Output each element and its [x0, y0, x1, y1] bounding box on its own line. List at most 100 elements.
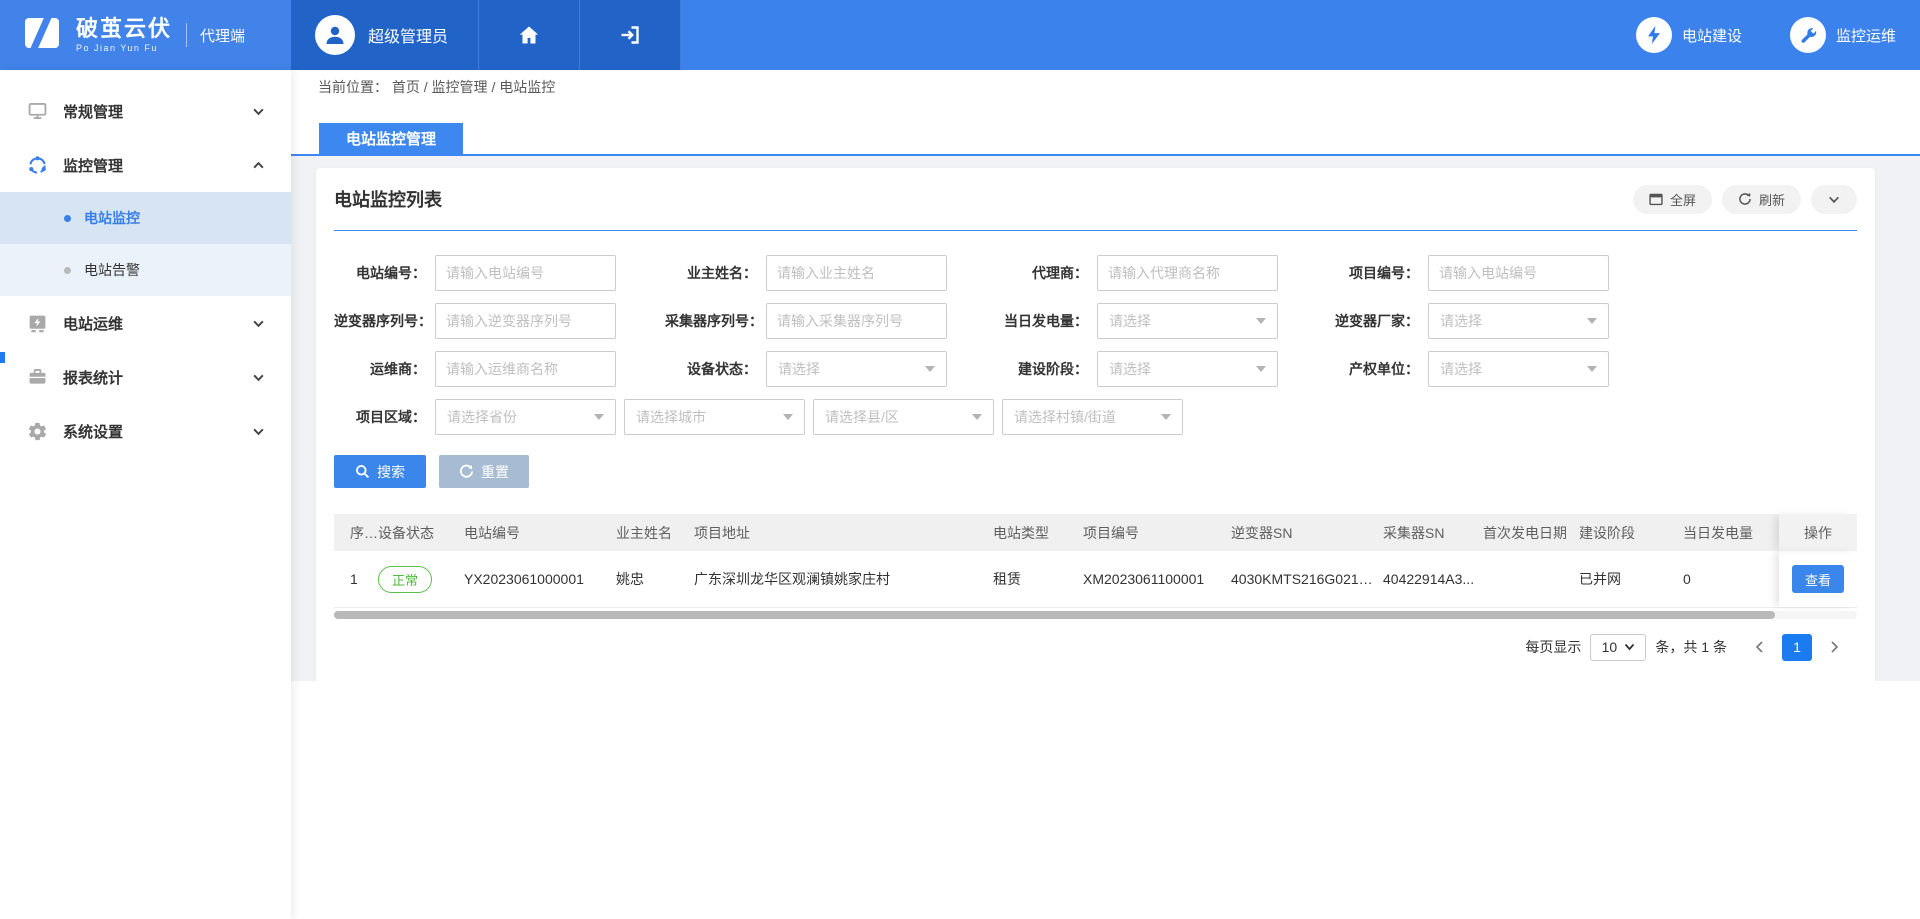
province-select[interactable]: 请选择省份	[435, 399, 616, 435]
sidebar-item-label: 监控管理	[63, 155, 123, 176]
property-unit-select[interactable]: 请选择	[1428, 351, 1609, 387]
reset-label: 重置	[481, 462, 509, 482]
col-header: 项目编号	[1083, 523, 1231, 543]
content: 当前位置： 首页 / 监控管理 / 电站监控 电站监控管理 电站监控列表	[291, 70, 1920, 919]
sidebar-scroll-indicator	[0, 352, 5, 363]
main-layout: 常规管理 监控管理	[0, 70, 1920, 919]
col-header: 业主姓名	[616, 523, 694, 543]
prev-page-button[interactable]	[1747, 634, 1773, 660]
user-menu[interactable]: 超级管理员	[291, 0, 479, 70]
select-placeholder: 请选择	[1440, 311, 1482, 331]
cell-station-no: YX2023061000001	[464, 571, 616, 587]
nav-station-build-label: 电站建设	[1682, 25, 1742, 46]
chevron-down-icon	[252, 317, 265, 330]
cell-stage: 已并网	[1579, 569, 1683, 589]
lightning-icon	[1636, 17, 1672, 53]
brand-title: 破茧云伏	[76, 17, 172, 41]
city-select[interactable]: 请选择城市	[624, 399, 805, 435]
device-status-select[interactable]: 请选择	[766, 351, 947, 387]
fullscreen-button[interactable]: 全屏	[1633, 185, 1712, 214]
sidebar-item-monitor-mgmt[interactable]: 监控管理	[0, 138, 291, 192]
caret-down-icon	[1256, 318, 1266, 324]
monitor-icon	[26, 101, 48, 121]
per-page-label: 每页显示	[1525, 637, 1581, 657]
card-actions: 全屏 刷新	[1633, 185, 1857, 214]
col-header: 逆变器SN	[1231, 523, 1383, 543]
status-badge: 正常	[378, 566, 432, 593]
filter-field-collector-sn: 采集器序列号：	[665, 303, 996, 339]
filter-row: 运维商： 设备状态： 请选择 建设阶段：	[334, 345, 1857, 393]
reset-button[interactable]: 重置	[439, 455, 529, 488]
sidebar-item-general[interactable]: 常规管理	[0, 84, 291, 138]
logout-button[interactable]	[580, 0, 681, 70]
total-count-label: 条，共 1 条	[1655, 637, 1727, 657]
col-header: 首次发电日期	[1483, 523, 1579, 543]
page-number-button[interactable]: 1	[1782, 634, 1812, 661]
col-header: 项目地址	[694, 523, 993, 543]
view-button[interactable]: 查看	[1792, 565, 1844, 593]
cell-index: 1	[334, 571, 378, 587]
caret-down-icon	[972, 414, 982, 420]
field-label: 代理商：	[996, 263, 1097, 283]
bullet-dot-icon	[64, 267, 71, 274]
topbar-spacer	[681, 0, 1636, 70]
owner-name-input[interactable]	[766, 255, 947, 291]
wrench-icon	[1790, 17, 1826, 53]
select-placeholder: 请选择	[1109, 311, 1151, 331]
tab-station-monitor-mgmt[interactable]: 电站监控管理	[319, 123, 463, 154]
filter-field-owner-name: 业主姓名：	[665, 255, 996, 291]
field-label: 项目区域：	[334, 407, 435, 427]
sidebar-subitem-station-alarm[interactable]: 电站告警	[0, 244, 291, 296]
daily-gen-select[interactable]: 请选择	[1097, 303, 1278, 339]
ups-battery-icon	[26, 313, 48, 334]
cell-daily-gen: 0	[1683, 571, 1779, 587]
caret-down-icon	[1587, 318, 1597, 324]
home-button[interactable]	[479, 0, 580, 70]
cell-project-no: XM2023061100001	[1083, 571, 1231, 587]
station-no-input[interactable]	[435, 255, 616, 291]
select-placeholder: 请选择	[1440, 359, 1482, 379]
topbar-links: 电站建设 监控运维	[1636, 0, 1920, 70]
sidebar-item-settings[interactable]: 系统设置	[0, 404, 291, 458]
collapse-button[interactable]	[1811, 185, 1857, 214]
filter-buttons: 搜索 重置	[334, 455, 1857, 488]
inverter-vendor-select[interactable]: 请选择	[1428, 303, 1609, 339]
logo-section: 破茧云伏 Po Jian Yun Fu 代理端	[0, 0, 291, 70]
build-stage-select[interactable]: 请选择	[1097, 351, 1278, 387]
card-header: 电站监控列表 全屏	[334, 168, 1857, 230]
town-select[interactable]: 请选择村镇/街道	[1002, 399, 1183, 435]
nav-station-build[interactable]: 电站建设	[1636, 17, 1742, 53]
collector-sn-input[interactable]	[766, 303, 947, 339]
sidebar-item-station-ops[interactable]: 电站运维	[0, 296, 291, 350]
field-label: 逆变器厂家：	[1327, 311, 1428, 331]
refresh-icon	[1738, 192, 1752, 206]
next-page-button[interactable]	[1821, 634, 1847, 660]
station-monitor-card: 电站监控列表 全屏	[316, 168, 1875, 681]
filter-row-region: 项目区域： 请选择省份 请选择城市	[334, 393, 1857, 441]
project-no-input[interactable]	[1428, 255, 1609, 291]
brand-subtitle: Po Jian Yun Fu	[76, 43, 172, 53]
chevron-down-icon	[1827, 193, 1841, 206]
horizontal-scrollbar	[334, 611, 1857, 619]
field-label: 设备状态：	[665, 359, 766, 379]
nav-monitor-ops[interactable]: 监控运维	[1790, 17, 1896, 53]
sidebar-item-reports[interactable]: 报表统计	[0, 350, 291, 404]
cell-address: 广东深圳龙华区观澜镇姚家庄村	[694, 569, 993, 589]
sidebar-item-label: 系统设置	[63, 421, 123, 442]
refresh-button[interactable]: 刷新	[1722, 185, 1801, 214]
page-size-select[interactable]: 10	[1590, 634, 1646, 661]
sidebar-item-label: 报表统计	[63, 367, 123, 388]
scrollbar-thumb[interactable]	[334, 611, 1775, 619]
agent-input[interactable]	[1097, 255, 1278, 291]
sidebar-subitem-station-monitor[interactable]: 电站监控	[0, 192, 291, 244]
tab-strip: 电站监控管理	[291, 104, 1920, 154]
search-button[interactable]: 搜索	[334, 455, 426, 488]
ops-vendor-input[interactable]	[435, 351, 616, 387]
filter-field-inverter-sn: 逆变器序列号：	[334, 303, 665, 339]
select-placeholder: 请选择省份	[447, 407, 517, 427]
col-header: 建设阶段	[1579, 523, 1683, 543]
inverter-sn-input[interactable]	[435, 303, 616, 339]
gear-icon	[26, 421, 48, 442]
sidebar-subitem-label: 电站监控	[84, 208, 140, 228]
district-select[interactable]: 请选择县/区	[813, 399, 994, 435]
